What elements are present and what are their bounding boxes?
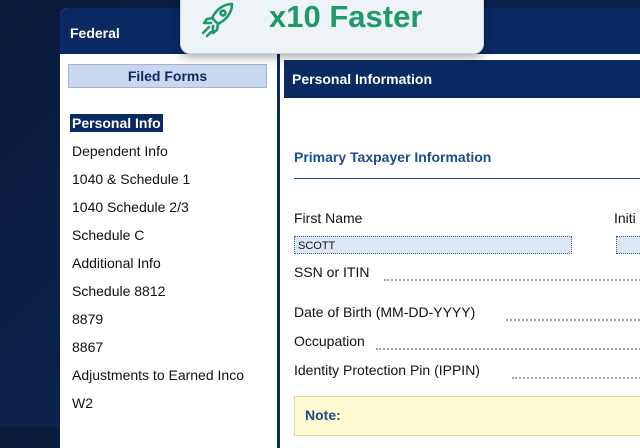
main-panel: Personal Information Primary Taxpayer In…	[280, 54, 640, 448]
speed-badge-label: x10 Faster	[269, 0, 423, 34]
section-divider	[294, 178, 640, 179]
dob-leader-dots	[506, 319, 640, 321]
ssn-leader-dots	[384, 279, 640, 281]
rocket-icon	[201, 2, 234, 38]
sidebar-item-8867[interactable]: 8867	[70, 338, 246, 366]
ssn-label: SSN or ITIN	[294, 264, 370, 280]
sidebar-item-1040-schedule-1[interactable]: 1040 & Schedule 1	[70, 170, 246, 198]
filed-forms-header[interactable]: Filed Forms	[68, 64, 267, 88]
sidebar-item-dependent-info[interactable]: Dependent Info	[70, 142, 246, 170]
sidebar-item-label: 1040 Schedule 2/3	[72, 199, 189, 215]
occupation-leader-dots	[376, 348, 640, 350]
panel-header: Personal Information	[284, 60, 640, 98]
speed-badge: x10 Faster	[180, 0, 484, 54]
first-name-label: First Name	[294, 210, 363, 226]
app-window: Federal Filed Forms Personal Info Depend…	[60, 8, 640, 448]
sidebar: Filed Forms Personal Info Dependent Info…	[60, 54, 280, 448]
sidebar-item-label: Schedule 8812	[72, 283, 166, 299]
occupation-label: Occupation	[294, 333, 365, 349]
section-title: Primary Taxpayer Information	[294, 149, 492, 165]
sidebar-item-schedule-8812[interactable]: Schedule 8812	[70, 282, 246, 310]
initial-input[interactable]	[616, 236, 640, 254]
sidebar-item-label: Adjustments to Earned Inco	[72, 367, 244, 383]
sidebar-item-label: 8879	[72, 311, 104, 327]
sidebar-item-label: 8867	[72, 339, 104, 355]
sidebar-item-label: W2	[72, 395, 93, 411]
sidebar-item-adjustments[interactable]: Adjustments to Earned Inco	[70, 366, 246, 394]
initial-label: Initi	[614, 210, 636, 226]
window-title: Federal	[70, 25, 120, 41]
sidebar-item-schedule-c[interactable]: Schedule C	[70, 226, 246, 254]
sidebar-item-personal-info[interactable]: Personal Info	[70, 114, 246, 142]
note-box: Note:	[294, 396, 640, 436]
first-name-input[interactable]: SCOTT	[294, 236, 572, 254]
sidebar-item-label: Personal Info	[70, 114, 163, 132]
ippin-leader-dots	[512, 377, 640, 379]
sidebar-item-w2[interactable]: W2	[70, 394, 246, 422]
sidebar-item-label: Schedule C	[72, 227, 145, 243]
ippin-label: Identity Protection Pin (IPPIN)	[294, 362, 480, 378]
sidebar-item-8879[interactable]: 8879	[70, 310, 246, 338]
sidebar-item-label: Additional Info	[72, 255, 161, 271]
sidebar-item-1040-schedule-2-3[interactable]: 1040 Schedule 2/3	[70, 198, 246, 226]
sidebar-item-label: Dependent Info	[72, 143, 168, 159]
sidebar-item-label: 1040 & Schedule 1	[72, 171, 191, 187]
sidebar-item-additional-info[interactable]: Additional Info	[70, 254, 246, 282]
note-label: Note:	[305, 407, 341, 423]
dob-label: Date of Birth (MM-DD-YYYY)	[294, 304, 476, 320]
sidebar-nav: Personal Info Dependent Info 1040 & Sche…	[70, 114, 246, 422]
